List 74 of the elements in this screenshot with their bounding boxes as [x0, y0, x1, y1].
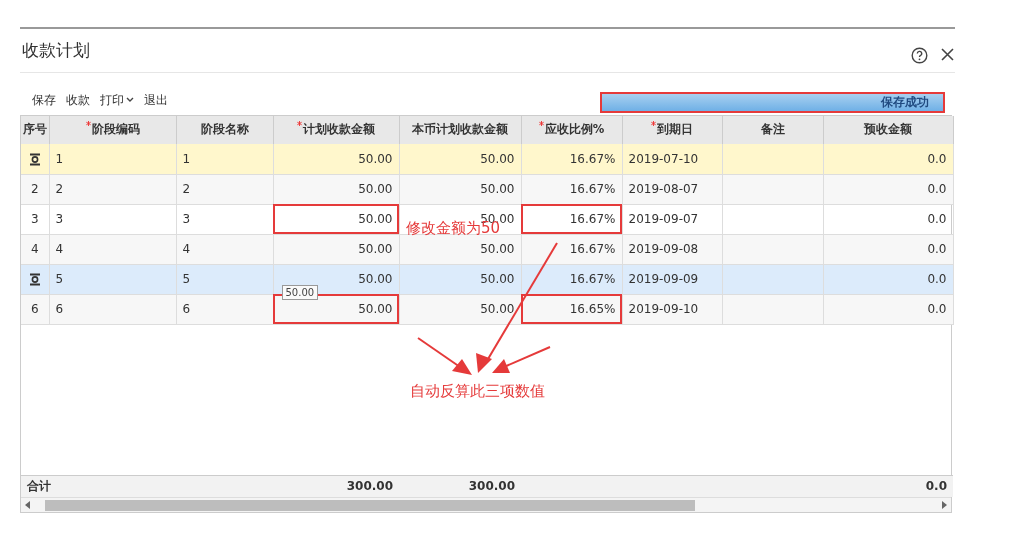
table-cell: 50.00	[358, 242, 393, 256]
table-cell: 0.0	[927, 212, 947, 226]
table-cell: 16.65%	[569, 302, 616, 316]
table-cell: 50.00	[480, 302, 515, 316]
toolbar-button[interactable]: 退出	[144, 91, 168, 109]
stamp-icon	[28, 273, 41, 286]
table-cell: 50.00	[480, 272, 515, 286]
total-label: 合计	[27, 479, 51, 494]
column-header[interactable]: 应收比例%	[521, 116, 622, 144]
table-cell: 0.0	[927, 151, 947, 166]
table-cell: 2019-08-07	[628, 182, 699, 196]
table-cell: 3	[182, 212, 191, 226]
table-cell: 6	[182, 302, 191, 316]
table-cell: 6	[55, 302, 64, 316]
table-cell: 6	[30, 302, 39, 316]
toolbar-button[interactable]: 打印	[100, 91, 134, 109]
table-cell: 50.00	[358, 302, 393, 316]
table-cell: 16.67%	[569, 272, 616, 286]
table-cell: 5	[182, 272, 191, 286]
annotation-arrow	[417, 337, 472, 375]
table-cell: 0.0	[927, 272, 947, 286]
table-cell: 5	[55, 272, 64, 286]
table-cell: 50.00	[480, 182, 515, 196]
table-cell: 3	[30, 212, 39, 226]
table-cell: 4	[182, 242, 191, 256]
table-cell: 2019-07-10	[628, 151, 699, 166]
table-cell: 50.00	[358, 182, 393, 196]
table-cell: 4	[30, 242, 39, 256]
table-cell: 2	[55, 182, 64, 196]
scroll-right-icon[interactable]	[941, 501, 947, 509]
toolbar-button[interactable]: 收款	[66, 91, 90, 109]
scrollbar-thumb[interactable]	[45, 499, 695, 511]
table-cell: 2	[30, 182, 39, 196]
table-cell: 0.0	[927, 242, 947, 256]
close-icon[interactable]	[940, 47, 955, 62]
column-header[interactable]: 阶段名称	[176, 116, 273, 144]
table-cell: 0.0	[927, 182, 947, 196]
horizontal-scrollbar[interactable]	[21, 497, 951, 512]
table-cell: 2019-09-10	[628, 302, 699, 316]
table-cell: 0.0	[927, 302, 947, 316]
total-cell: 0.0	[925, 479, 947, 494]
table-cell: 2	[182, 182, 191, 196]
total-cell: 300.00	[468, 479, 515, 494]
table-cell: 16.67%	[569, 151, 616, 166]
table-cell: 2019-09-07	[628, 212, 699, 226]
table-cell: 50.00	[480, 151, 515, 166]
help-icon[interactable]	[911, 47, 928, 64]
table-cell: 50.00	[358, 212, 393, 226]
table-cell: 1	[182, 151, 191, 166]
column-header[interactable]: 本币计划收款金额	[399, 116, 521, 144]
column-header[interactable]: 到期日	[622, 116, 722, 144]
table-cell: 16.67%	[569, 242, 616, 256]
table-cell: 4	[55, 242, 64, 256]
table-cell: 2019-09-08	[628, 242, 699, 256]
column-header[interactable]: 计划收款金额	[273, 116, 399, 144]
table-cell: 50.00	[358, 272, 393, 286]
table-cell: 16.67%	[569, 182, 616, 196]
table-cell: 1	[55, 151, 64, 166]
column-header[interactable]: 序号	[21, 116, 49, 144]
success-toast: 保存成功	[600, 92, 945, 113]
column-header[interactable]: 阶段编码	[49, 116, 176, 144]
column-header[interactable]: 预收金额	[823, 116, 953, 144]
table-cell: 3	[55, 212, 64, 226]
dialog-title: 收款计划	[22, 40, 90, 61]
table-cell: 2019-09-09	[628, 272, 699, 286]
table-cell: 16.67%	[569, 212, 616, 226]
column-header[interactable]: 备注	[722, 116, 823, 144]
annotation-text: 自动反算此三项数值	[410, 381, 545, 402]
stamp-icon	[28, 152, 41, 166]
toolbar-button[interactable]: 保存	[32, 91, 56, 109]
total-cell: 300.00	[346, 479, 393, 494]
scroll-left-icon[interactable]	[25, 501, 31, 509]
table-cell: 50.00	[480, 242, 515, 256]
table-cell: 50.00	[358, 151, 393, 166]
